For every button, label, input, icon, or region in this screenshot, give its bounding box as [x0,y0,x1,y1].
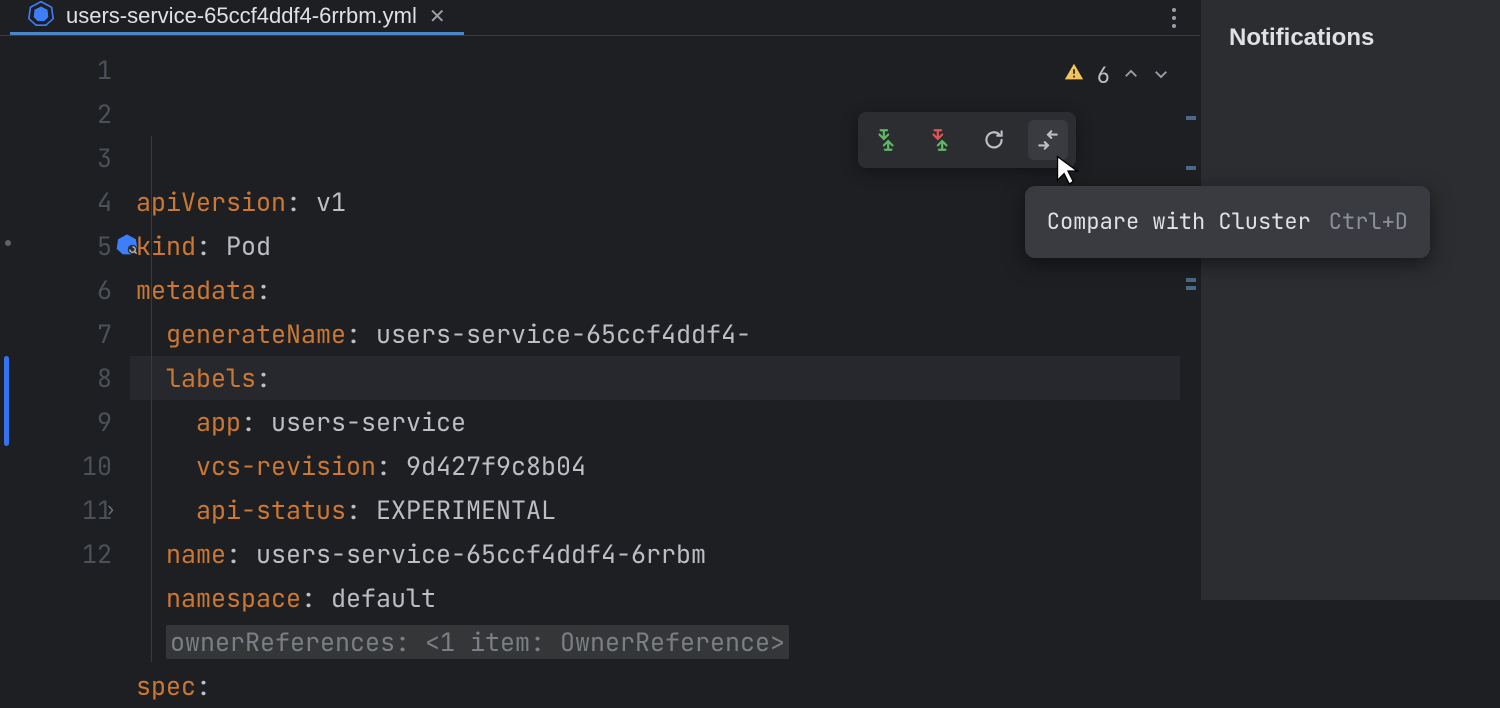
stripe-marker[interactable] [1186,278,1196,282]
editor-tabs: users-service-65ccf4ddf4-6rrbm.yml ✕ [0,0,1200,36]
tooltip-text: Compare with Cluster [1047,200,1311,244]
tooltip: Compare with Cluster Ctrl+D [1025,186,1430,258]
code-line[interactable]: generateName: users-service-65ccf4ddf4- [136,312,1200,356]
code-line[interactable]: metadata: [136,268,1200,312]
file-tab[interactable]: users-service-65ccf4ddf4-6rrbm.yml ✕ [10,0,464,35]
fold-chevron-icon[interactable]: › [105,488,116,532]
push-button[interactable] [866,120,906,160]
code-line[interactable]: name: users-service-65ccf4ddf4-6rrbm [136,532,1200,576]
tab-filename: users-service-65ccf4ddf4-6rrbm.yml [66,3,417,29]
notifications-title: Notifications [1229,24,1472,52]
line-number: 11› [0,488,112,532]
line-number: 2 [0,92,112,136]
notifications-panel: Notifications [1200,0,1500,600]
folded-region[interactable]: ownerReferences: <1 item: OwnerReference… [166,625,789,659]
code-line[interactable]: vcs-revision: 9d427f9c8b04 [136,444,1200,488]
warning-icon [1063,54,1085,98]
line-number: 12 [0,532,112,576]
code-line[interactable]: api-status: EXPERIMENTAL [136,488,1200,532]
stripe-marker[interactable] [1186,116,1196,120]
more-options-icon[interactable] [1148,8,1200,28]
code-editor[interactable]: 1234567891011›12 apiVersion: v1kind: Pod… [0,36,1200,708]
line-number-gutter: 1234567891011›12 [0,36,130,708]
close-icon[interactable]: ✕ [429,4,446,29]
chevron-up-icon[interactable] [1122,54,1140,98]
warning-count: 6 [1097,54,1110,98]
tooltip-shortcut: Ctrl+D [1329,200,1408,244]
code-line[interactable]: app: users-service [136,400,1200,444]
code-line[interactable]: spec: [136,664,1200,708]
code-line[interactable]: ownerReferences: <1 item: OwnerReference… [136,620,1200,664]
line-number: 10 [0,444,112,488]
code-line[interactable]: labels: [130,356,1180,400]
line-number: 3 [0,136,112,180]
chevron-down-icon[interactable] [1152,54,1170,98]
line-number: 6 [0,268,112,312]
line-number: 7 [0,312,112,356]
pull-button[interactable] [920,120,960,160]
code-line[interactable]: namespace: default [136,576,1200,620]
kubernetes-icon [28,0,54,32]
inspection-widget[interactable]: 6 [1063,54,1170,98]
stripe-marker[interactable] [1186,286,1196,290]
error-stripe[interactable] [1182,36,1200,708]
kubernetes-toolbar [858,112,1076,168]
line-number: 9 [0,400,112,444]
refresh-button[interactable] [974,120,1014,160]
line-number: 5 [0,224,112,268]
indent-guide [151,136,152,662]
stripe-marker[interactable] [1186,166,1196,170]
line-number: 4 [0,180,112,224]
line-number: 1 [0,48,112,92]
line-number: 8 [0,356,112,400]
mouse-cursor [1054,154,1082,201]
